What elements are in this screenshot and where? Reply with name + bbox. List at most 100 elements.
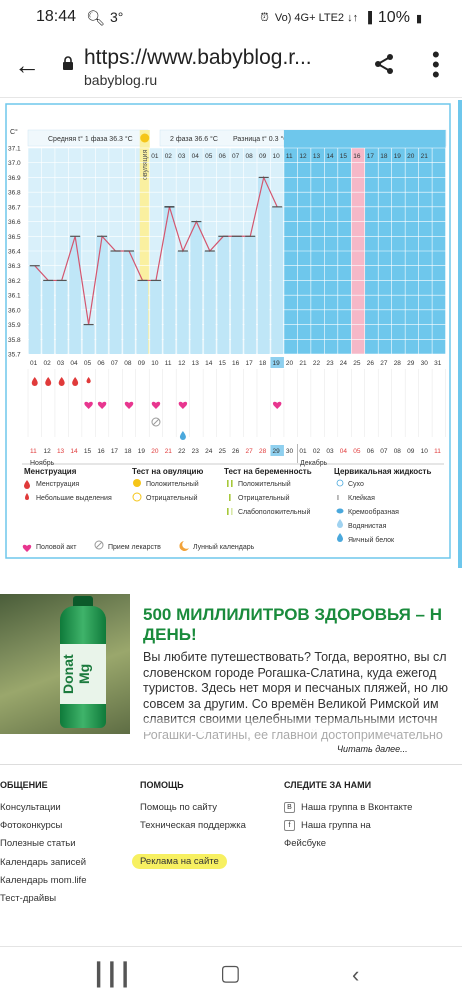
cycle-day-label: 10: [151, 360, 159, 367]
ad-body-line: совсем за другим. Со времён Великой Римс…: [143, 696, 439, 711]
phase1-average: Средняя t° 1 фаза 36.3 °C: [48, 135, 133, 143]
footer-link[interactable]: Реклама на сайте: [132, 854, 246, 874]
cycle-day-label: 19: [272, 360, 280, 367]
ad-body-line: Вы любите путешествовать? Тогда, вероятн…: [143, 650, 447, 664]
footer-link[interactable]: Техническая поддержка: [140, 820, 246, 838]
chart-unit-label: C°: [10, 128, 18, 136]
cycle-day-label: 04: [70, 360, 78, 367]
facebook-link-label-line2[interactable]: Фейсбуке: [284, 838, 412, 856]
legend-ov-positive: Положительный: [146, 480, 199, 488]
date-label: 25: [219, 448, 227, 455]
date-label: 16: [97, 448, 105, 455]
battery-level: 10%: [377, 9, 410, 26]
alarm-icon: ⏰︎: [260, 11, 269, 24]
y-tick-label: 37.0: [8, 160, 21, 167]
facebook-icon: f: [284, 820, 295, 832]
recent-apps-icon[interactable]: ┃┃┃: [92, 962, 132, 988]
url-text[interactable]: https://www.babyblog.r...: [84, 46, 312, 70]
top-day-label: 09: [259, 153, 267, 160]
date-label: 01: [299, 448, 307, 455]
read-more-link[interactable]: Читать далее...: [337, 744, 408, 754]
temperature-bar: [271, 206, 283, 354]
y-tick-label: 36.1: [8, 293, 21, 300]
legend-lunar[interactable]: Лунный календарь: [193, 543, 255, 551]
facebook-link[interactable]: f Наша группа на: [284, 820, 412, 838]
battery-icon: ▮: [415, 12, 422, 25]
top-day-label: 11: [286, 153, 293, 160]
ovulation-negative-icon: [132, 492, 142, 502]
ad-body-line: словенском городе Рогашка-Слатина, куда …: [143, 665, 437, 680]
y-tick-label: 36.9: [8, 175, 21, 182]
cycle-day-label: 07: [111, 360, 119, 367]
top-day-label: 03: [178, 153, 186, 160]
home-icon[interactable]: ▢: [220, 960, 241, 986]
cycle-day-label: 12: [178, 360, 186, 367]
temperature-bar: [177, 251, 189, 354]
date-label: 20: [151, 448, 159, 455]
footer-link[interactable]: Полезные статьи: [0, 838, 86, 856]
footer-link[interactable]: Календарь mom.life: [0, 875, 86, 893]
android-nav-bar: ┃┃┃ ▢ ‹: [0, 950, 462, 1000]
legend-pr-negative: Отрицательный: [238, 494, 290, 502]
top-day-label: 17: [367, 153, 375, 160]
ovulation-label: овуляция: [142, 149, 149, 180]
top-day-label: 14: [326, 153, 334, 160]
site-footer: ОБЩЕНИЕ Консультации Фотоконкурсы Полезн…: [0, 780, 462, 940]
cycle-day-label: 21: [299, 360, 307, 367]
ad-headline[interactable]: 500 МИЛЛИЛИТРОВ ЗДОРОВЬЯ – Н: [143, 604, 462, 625]
temperature-bar: [55, 280, 68, 354]
footer-column-community: ОБЩЕНИЕ Консультации Фотоконкурсы Полезн…: [0, 780, 86, 911]
ad-block[interactable]: Donat Mg 500 МИЛЛИЛИТРОВ ЗДОРОВЬЯ – Н ДЕ…: [0, 594, 462, 765]
browser-url-bar: ← https://www.babyblog.r... babyblog.ru …: [0, 34, 462, 98]
ad-photo[interactable]: Donat Mg: [0, 594, 130, 734]
cycle-day-label: 03: [57, 360, 65, 367]
y-tick-label: 36.7: [8, 204, 21, 211]
temperature-bar: [217, 236, 230, 354]
date-label: 24: [205, 448, 213, 455]
cycle-day-label: 15: [219, 360, 227, 367]
vk-link[interactable]: В Наша группа в Вконтакте: [284, 802, 412, 820]
legend-watery: Водянистая: [348, 523, 387, 530]
cycle-day-label: 14: [205, 360, 213, 367]
cycle-day-label: 11: [165, 360, 172, 367]
legend-ov-negative: Отрицательный: [146, 494, 198, 502]
more-options-icon[interactable]: • • •: [432, 44, 440, 86]
mucus-creamy-icon: [336, 508, 344, 514]
footer-link[interactable]: Фотоконкурсы: [0, 820, 86, 838]
back-arrow-icon[interactable]: ←: [14, 50, 40, 81]
footer-heading: СЛЕДИТЕ ЗА НАМИ: [284, 780, 372, 790]
cycle-day-label: 05: [84, 360, 92, 367]
footer-link[interactable]: Календарь записей: [0, 857, 86, 875]
nav-back-icon[interactable]: ‹: [352, 962, 359, 988]
pregnancy-weak-icon: [227, 508, 229, 515]
cycle-day-label: 23: [326, 360, 334, 367]
footer-link[interactable]: Консультации: [0, 802, 86, 820]
footer-link[interactable]: Тест-драйвы: [0, 893, 86, 911]
legend-eggwhite: Яичный белок: [348, 536, 395, 544]
legend-pr-positive: Положительный: [238, 480, 291, 488]
facebook-link-label[interactable]: Наша группа на: [301, 820, 371, 831]
date-label: 04: [340, 448, 348, 455]
phase2-average: 2 фаза 36.6 °C: [170, 135, 218, 143]
date-label: 18: [124, 448, 132, 455]
date-label: 07: [380, 448, 388, 455]
footer-link[interactable]: Помощь по сайту: [140, 802, 246, 820]
vk-link-label[interactable]: Наша группа в Вконтакте: [301, 802, 412, 813]
ad-text-fade: [143, 718, 462, 732]
temperature-bar: [244, 236, 256, 354]
temperature-bar: [136, 280, 149, 354]
cycle-day-label: 02: [43, 360, 51, 367]
share-icon[interactable]: [372, 52, 396, 76]
top-day-label: 20: [407, 153, 415, 160]
ad-headline-line2[interactable]: ДЕНЬ!: [143, 625, 197, 645]
date-label: 10: [421, 448, 429, 455]
cycle-day-label: 25: [353, 360, 361, 367]
cycle-day-label: 20: [286, 360, 294, 367]
y-tick-label: 36.5: [8, 234, 21, 241]
footer-link-highlighted[interactable]: Реклама на сайте: [132, 854, 227, 870]
top-day-label: 06: [219, 153, 227, 160]
cycle-day-label: 29: [407, 360, 415, 367]
temperature-bar: [150, 280, 162, 354]
date-label: 12: [43, 448, 51, 455]
month-end-label: Декабрь: [300, 459, 328, 467]
